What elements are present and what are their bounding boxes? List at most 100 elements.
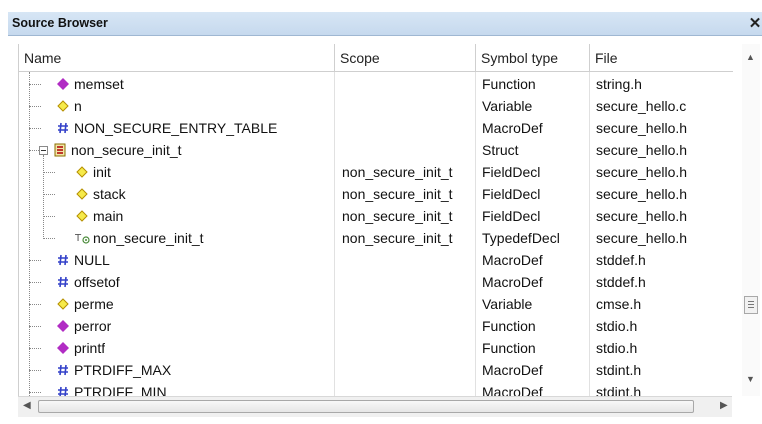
table-row[interactable]: main non_secure_init_t FieldDecl secure_hel…	[19, 205, 733, 227]
symbol-scope: non_secure_init_t	[342, 164, 453, 180]
symbol-type: Struct	[482, 142, 519, 158]
vertical-scroll-thumb[interactable]	[744, 296, 758, 314]
symbol-file: secure_hello.h	[596, 230, 688, 246]
symbol-scope: non_secure_init_t	[342, 230, 453, 246]
symbol-name: printf	[74, 340, 106, 356]
macro-icon	[56, 385, 70, 396]
symbol-name: PTRDIFF_MAX	[74, 362, 172, 378]
tree-branch-line	[29, 304, 41, 305]
macro-icon	[56, 275, 70, 289]
symbol-name: offsetof	[74, 274, 120, 290]
scroll-down-icon[interactable]: ▼	[746, 374, 755, 384]
table-row[interactable]: memset Function string.h	[19, 73, 733, 95]
table-row[interactable]: non_secure_init_t Struct secure_hello.h	[19, 139, 733, 161]
function-icon	[56, 319, 70, 333]
column-header-file[interactable]: File	[590, 44, 733, 72]
source-browser-panel: Source Browser ✕ Name Scope Symbol type …	[0, 0, 762, 424]
panel-titlebar: Source Browser ✕	[8, 12, 762, 36]
macro-icon	[56, 121, 70, 135]
symbol-type: Variable	[482, 98, 533, 114]
table-row[interactable]: printf Function stdio.h	[19, 337, 733, 359]
tree-branch-line	[29, 260, 41, 261]
tree-branch-line	[29, 348, 41, 349]
column-header-symbol-type[interactable]: Symbol type	[476, 44, 590, 72]
table-row[interactable]: offsetof MacroDef stddef.h	[19, 271, 733, 293]
column-header-scope[interactable]: Scope	[335, 44, 476, 72]
function-icon	[56, 77, 70, 91]
tree-branch-line	[43, 172, 55, 173]
tree-branch-line	[43, 238, 55, 239]
symbol-type: MacroDef	[482, 120, 543, 136]
symbol-name: non_secure_init_t	[71, 142, 182, 158]
tree-branch-line	[29, 392, 41, 393]
scroll-right-icon[interactable]: ▶	[720, 400, 728, 411]
struct-icon	[53, 143, 67, 157]
table-row[interactable]: stack non_secure_init_t FieldDecl secure_he…	[19, 183, 733, 205]
collapse-toggle-icon[interactable]	[39, 146, 48, 155]
table-row[interactable]: perror Function stdio.h	[19, 315, 733, 337]
symbol-file: stddef.h	[596, 252, 646, 268]
table-row[interactable]: init non_secure_init_t FieldDecl secure_hel…	[19, 161, 733, 183]
symbol-file: stddef.h	[596, 274, 646, 290]
variable-icon	[75, 209, 89, 223]
symbol-name: init	[93, 164, 111, 180]
symbol-table: Name Scope Symbol type File memset Functi…	[18, 44, 733, 396]
table-row[interactable]: NULL MacroDef stddef.h	[19, 249, 733, 271]
symbol-name: memset	[74, 76, 124, 92]
symbol-name: non_secure_init_t	[93, 230, 204, 246]
panel-title: Source Browser	[12, 16, 108, 30]
table-row[interactable]: PTRDIFF_MIN MacroDef stdint.h	[19, 381, 733, 396]
table-row[interactable]: NON_SECURE_ENTRY_TABLE MacroDef secure_hel…	[19, 117, 733, 139]
symbol-type: MacroDef	[482, 252, 543, 268]
symbol-name: PTRDIFF_MIN	[74, 384, 167, 396]
variable-icon	[75, 187, 89, 201]
table-row[interactable]: perme Variable cmse.h	[19, 293, 733, 315]
symbol-file: secure_hello.h	[596, 142, 688, 158]
table-row[interactable]: n Variable secure_hello.c	[19, 95, 733, 117]
function-icon	[56, 341, 70, 355]
table-row[interactable]: PTRDIFF_MAX MacroDef stdint.h	[19, 359, 733, 381]
symbol-file: stdio.h	[596, 340, 638, 356]
tree-branch-line	[43, 194, 55, 195]
tree-branch-line	[29, 326, 41, 327]
horizontal-scroll-thumb[interactable]	[38, 400, 694, 413]
variable-icon	[75, 165, 89, 179]
symbol-scope: non_secure_init_t	[342, 208, 453, 224]
symbol-type: Function	[482, 318, 536, 334]
symbol-file: cmse.h	[596, 296, 642, 312]
symbol-type: MacroDef	[482, 384, 543, 396]
symbol-scope: non_secure_init_t	[342, 186, 453, 202]
horizontal-scrollbar[interactable]: ◀ ▶	[18, 396, 732, 417]
symbol-name: NULL	[74, 252, 110, 268]
symbol-file: stdio.h	[596, 318, 638, 334]
symbol-type: Function	[482, 340, 536, 356]
symbol-name: NON_SECURE_ENTRY_TABLE	[74, 120, 278, 136]
variable-icon	[56, 297, 70, 311]
symbol-file: secure_hello.h	[596, 186, 688, 202]
symbol-file: secure_hello.h	[596, 120, 688, 136]
column-header-name[interactable]: Name	[19, 44, 335, 72]
tree-branch-line	[29, 106, 41, 107]
symbol-type: TypedefDecl	[482, 230, 560, 246]
scroll-up-icon[interactable]: ▲	[746, 52, 755, 62]
tree-branch-line	[29, 282, 41, 283]
symbol-file: stdint.h	[596, 384, 642, 396]
tree-branch-line	[43, 216, 55, 217]
close-icon[interactable]: ✕	[748, 14, 762, 32]
vertical-scrollbar[interactable]: ▲ ▼	[742, 44, 760, 396]
symbol-name: main	[93, 208, 124, 224]
symbol-name: perror	[74, 318, 112, 334]
scroll-left-icon[interactable]: ◀	[23, 400, 31, 411]
symbol-name: stack	[93, 186, 126, 202]
symbol-name: perme	[74, 296, 114, 312]
symbol-file: secure_hello.h	[596, 208, 688, 224]
table-row[interactable]: Tnon_secure_init_t non_secure_init_t Typed…	[19, 227, 733, 249]
symbol-type: FieldDecl	[482, 186, 541, 202]
symbol-file: stdint.h	[596, 362, 642, 378]
symbol-type: FieldDecl	[482, 208, 541, 224]
symbol-name: n	[74, 98, 82, 114]
tree-branch-line	[29, 370, 41, 371]
macro-icon	[56, 253, 70, 267]
symbol-file: secure_hello.c	[596, 98, 687, 114]
symbol-file: string.h	[596, 76, 642, 92]
